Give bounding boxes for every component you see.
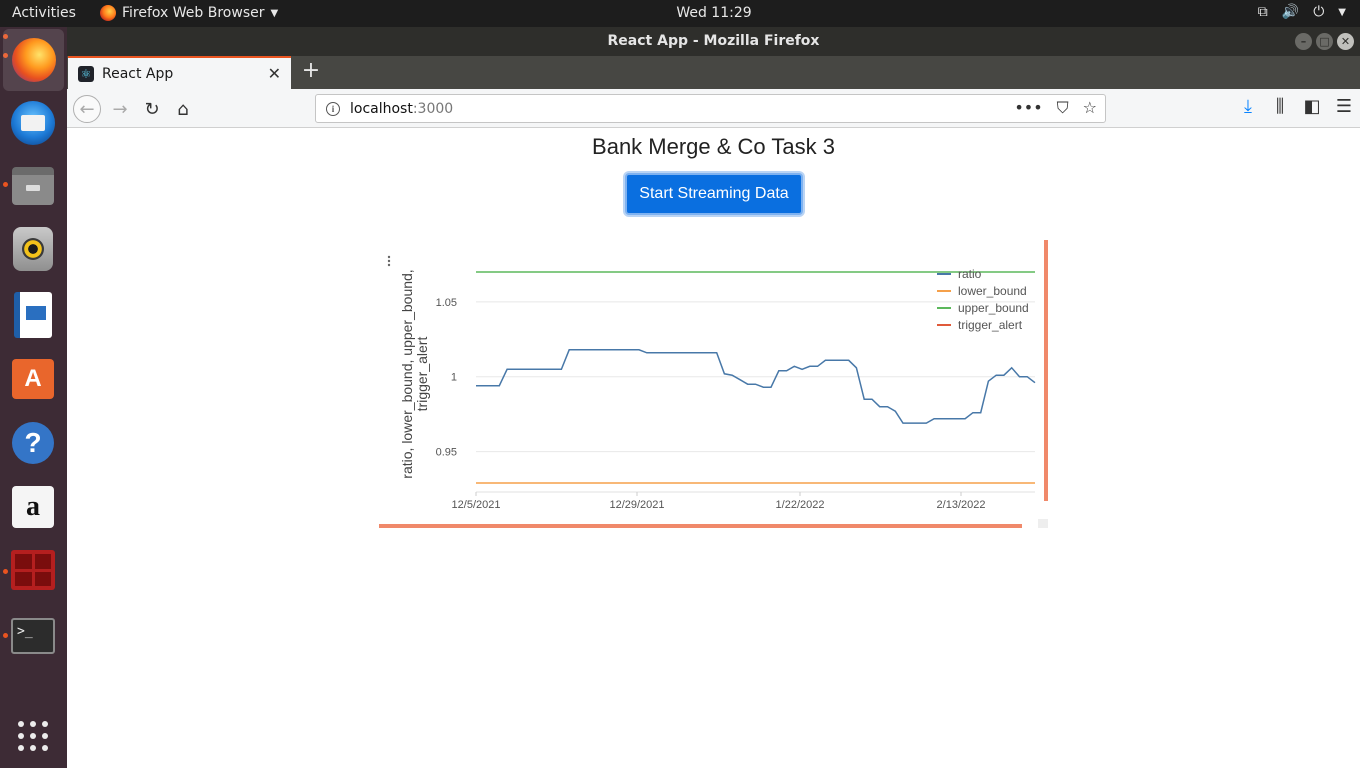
- window-title: React App - Mozilla Firefox: [607, 33, 820, 49]
- chart-menu-icon[interactable]: [387, 255, 391, 267]
- page-content: Bank Merge & Co Task 3 Start Streaming D…: [67, 129, 1360, 768]
- y-axis-label: trigger_alert: [414, 337, 430, 412]
- dock-files[interactable]: [8, 161, 58, 211]
- url-port: :3000: [412, 100, 454, 117]
- window-title-bar[interactable]: React App - Mozilla Firefox – □ ✕: [67, 27, 1360, 56]
- terminal-icon: >_: [11, 618, 55, 654]
- tab-react-app[interactable]: ⚛ React App ✕: [68, 56, 291, 89]
- url-bar[interactable]: i localhost:3000 ••• ⛉ ☆: [315, 94, 1106, 123]
- downloads-icon[interactable]: ⤓: [1232, 96, 1264, 117]
- dock: A ? a >_: [0, 27, 67, 768]
- page-actions-icon[interactable]: •••: [1014, 98, 1042, 118]
- software-store-icon: A: [12, 359, 54, 399]
- tab-title: React App: [102, 65, 174, 82]
- rhythmbox-icon: [13, 227, 53, 271]
- y-axis-label: ratio, lower_bound, upper_bound,: [399, 269, 415, 478]
- app-grid-icon: [18, 721, 48, 751]
- y-tick-label: 0.95: [436, 447, 457, 459]
- close-tab-icon[interactable]: ✕: [268, 64, 281, 83]
- x-tick-label: 12/29/2021: [609, 499, 664, 511]
- y-range-bar: [1044, 240, 1048, 501]
- help-icon: ?: [12, 422, 54, 464]
- pocket-icon[interactable]: ⛉: [1057, 98, 1069, 118]
- info-icon[interactable]: i: [326, 101, 340, 116]
- legend-label-lower_bound: lower_bound: [958, 284, 1027, 298]
- writer-icon: [14, 292, 52, 338]
- chevron-down-icon[interactable]: ▼: [1338, 4, 1346, 20]
- clock[interactable]: Wed 11:29: [0, 5, 1360, 21]
- chart-container: 1.05 1 0.95 12/5/2021 12/29/2021 1/22/2022 2/…: [379, 239, 1055, 534]
- dock-rhythmbox[interactable]: [8, 224, 58, 274]
- tab-strip: ⚛ React App ✕ +: [67, 56, 1360, 89]
- x-tick-label: 2/13/2022: [937, 499, 986, 511]
- system-tray[interactable]: ⧉ 🔊 ⏻ ▼: [1258, 4, 1346, 20]
- line-chart: 1.05 1 0.95 12/5/2021 12/29/2021 1/22/2022 2/…: [379, 240, 1048, 528]
- dock-help[interactable]: ?: [8, 418, 58, 468]
- library-icon[interactable]: ⫼: [1264, 96, 1296, 117]
- legend-label-ratio: ratio: [958, 267, 982, 281]
- y-tick-label: 1.05: [436, 297, 457, 309]
- reload-button[interactable]: ↻: [139, 96, 165, 122]
- home-button[interactable]: ⌂: [170, 96, 196, 122]
- power-icon[interactable]: ⏻: [1313, 4, 1324, 20]
- show-applications-button[interactable]: [8, 711, 58, 761]
- y-tick-label: 1: [451, 372, 457, 384]
- remote-desktop-icon: [11, 550, 55, 590]
- dock-writer[interactable]: [8, 290, 58, 340]
- bookmark-star-icon[interactable]: ☆: [1083, 98, 1097, 118]
- start-streaming-button[interactable]: Start Streaming Data: [625, 173, 803, 215]
- minimize-button[interactable]: –: [1295, 33, 1312, 50]
- sidebar-icon[interactable]: ◧: [1296, 96, 1328, 117]
- navigation-toolbar: ← → ↻ ⌂ i localhost:3000 ••• ⛉ ☆ ⤓ ⫼ ◧ ☰: [67, 89, 1360, 128]
- close-window-button[interactable]: ✕: [1337, 33, 1354, 50]
- dock-amazon[interactable]: a: [8, 482, 58, 532]
- maximize-button[interactable]: □: [1316, 33, 1333, 50]
- legend-label-upper_bound: upper_bound: [958, 301, 1029, 315]
- legend-label-trigger_alert: trigger_alert: [958, 318, 1023, 332]
- network-icon[interactable]: ⧉: [1258, 4, 1268, 20]
- url-host: localhost: [350, 100, 413, 117]
- new-tab-button[interactable]: +: [299, 58, 323, 83]
- system-top-bar: Activities Firefox Web Browser ▼ Wed 11:…: [0, 0, 1360, 27]
- series-line-ratio: [476, 349, 1036, 424]
- forward-button[interactable]: →: [107, 96, 133, 122]
- dock-remote-desktop[interactable]: [8, 545, 58, 595]
- amazon-icon: a: [12, 486, 54, 528]
- x-range-bar: [379, 524, 1022, 528]
- page-title: Bank Merge & Co Task 3: [592, 134, 835, 159]
- range-corner: [1038, 519, 1048, 528]
- files-icon: [12, 167, 54, 205]
- dock-software[interactable]: A: [8, 354, 58, 404]
- back-button[interactable]: ←: [73, 95, 101, 123]
- volume-icon[interactable]: 🔊: [1282, 4, 1299, 20]
- x-tick-label: 12/5/2021: [452, 499, 501, 511]
- react-icon: ⚛: [78, 65, 94, 82]
- dock-thunderbird[interactable]: [8, 98, 58, 148]
- thunderbird-icon: [11, 101, 55, 145]
- firefox-icon: [11, 38, 56, 82]
- dock-terminal[interactable]: >_: [8, 611, 58, 661]
- hamburger-menu-icon[interactable]: ☰: [1328, 96, 1360, 117]
- x-tick-label: 1/22/2022: [776, 499, 825, 511]
- dock-firefox[interactable]: [3, 29, 64, 91]
